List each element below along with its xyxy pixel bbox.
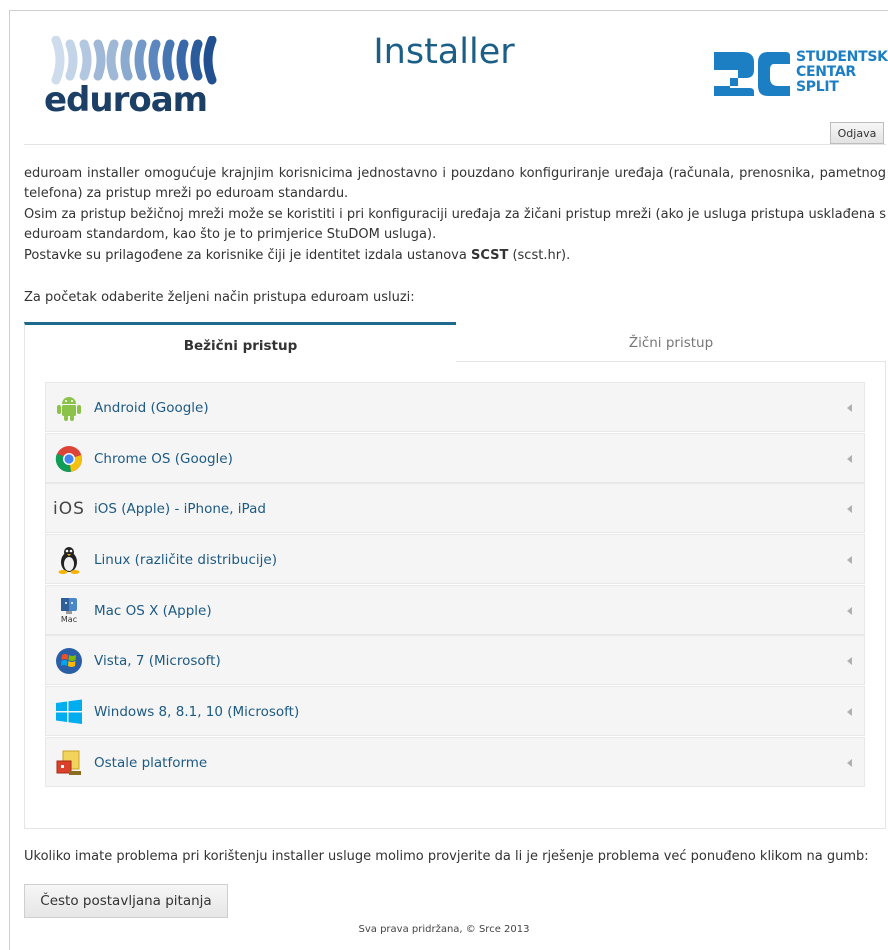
intro-paragraph: eduroam installer omogućuje krajnjim kor… xyxy=(24,166,886,202)
platform-item-other[interactable]: Ostale platforme xyxy=(45,736,865,787)
chevron-left-icon xyxy=(847,454,852,463)
sc-logo-line: STUDENTSKI xyxy=(796,49,888,65)
sc-logo-line: SPLIT xyxy=(796,79,839,95)
eduroam-logo-text: eduroam xyxy=(44,80,208,120)
platforms-panel: Android (Google) Chrome OS (Google) iOS … xyxy=(24,362,886,829)
help-text: Ukoliko imate problema pri korištenju in… xyxy=(24,849,869,864)
linux-icon xyxy=(54,545,84,575)
intro-text: eduroam installer omogućuje krajnjim kor… xyxy=(24,164,886,266)
chevron-left-icon xyxy=(847,404,852,412)
platform-item-chrome-os[interactable]: Chrome OS (Google) xyxy=(45,432,865,483)
mac-icon-label: Mac xyxy=(60,615,78,625)
platform-label: Android (Google) xyxy=(94,400,209,416)
studentski-centar-logo: STUDENTSKI CENTAR SPLIT xyxy=(712,48,888,104)
choose-access-label: Za početak odaberite željeni način prist… xyxy=(24,290,415,305)
frame-border-top xyxy=(9,10,888,11)
access-tabs: Bežični pristup Žični pristup Android (G… xyxy=(24,322,886,829)
platform-label: Windows 8, 8.1, 10 (Microsoft) xyxy=(94,704,300,721)
windows7-icon xyxy=(54,646,84,676)
chevron-left-icon xyxy=(847,556,852,565)
institution-domain: (scst.hr) xyxy=(508,247,567,263)
sc-logo-text: STUDENTSKI CENTAR SPLIT xyxy=(796,50,888,95)
platform-item-android[interactable]: Android (Google) xyxy=(45,382,865,432)
android-icon xyxy=(54,393,84,423)
chevron-left-icon xyxy=(847,657,852,666)
platform-label: Chrome OS (Google) xyxy=(94,450,233,467)
chrome-icon xyxy=(54,444,84,474)
platform-item-mac-os[interactable]: Mac Mac OS X (Apple) xyxy=(45,584,865,635)
platform-label: Vista, 7 (Microsoft) xyxy=(94,653,221,670)
tab-wireless[interactable]: Bežični pristup xyxy=(24,322,456,362)
installer-page: eduroam Installer STUDENTSKI CENTAR SPLI… xyxy=(0,0,888,950)
chevron-left-icon xyxy=(847,708,852,717)
intro-paragraph: Osim za pristup bežičnoj mreži može se k… xyxy=(24,206,886,243)
intro-paragraph: Postavke su prilagođene za korisnike čij… xyxy=(24,246,886,266)
other-platforms-icon xyxy=(54,748,84,778)
platform-list: Android (Google) Chrome OS (Google) iOS … xyxy=(45,382,865,788)
platform-item-windows-7[interactable]: Vista, 7 (Microsoft) xyxy=(45,635,865,686)
chevron-left-icon xyxy=(847,606,852,615)
tab-wired[interactable]: Žični pristup xyxy=(456,322,886,362)
mac-icon: Mac xyxy=(54,596,84,626)
institution-name: SCST xyxy=(470,247,509,263)
platform-item-windows-8[interactable]: Windows 8, 8.1, 10 (Microsoft) xyxy=(45,686,865,737)
copyright-text: Sva prava pridržana, © Srce 2013 xyxy=(358,924,530,935)
platform-label: Mac OS X (Apple) xyxy=(94,602,212,619)
windows8-icon xyxy=(54,697,84,727)
intro-text-suffix: . xyxy=(566,247,571,263)
logout-button[interactable]: Odjava xyxy=(830,122,884,144)
sc-logo-line: CENTAR xyxy=(796,64,856,80)
platform-label: Linux (različite distribucije) xyxy=(94,552,277,569)
frame-border-left xyxy=(9,10,10,950)
chevron-left-icon xyxy=(847,505,852,514)
faq-button[interactable]: Često postavljana pitanja xyxy=(24,884,228,918)
platform-label: iOS (Apple) - iPhone, iPad xyxy=(94,501,266,518)
sc-logo-mark-icon xyxy=(714,52,790,96)
platform-label: Ostale platforme xyxy=(94,754,208,771)
platform-item-ios[interactable]: iOS iOS (Apple) - iPhone, iPad xyxy=(45,483,865,534)
ios-icon: iOS xyxy=(53,499,85,520)
header-divider xyxy=(24,144,886,145)
platform-item-linux[interactable]: Linux (različite distribucije) xyxy=(45,534,865,585)
intro-text-prefix: Postavke su prilagođene za korisnike čij… xyxy=(24,247,471,263)
chevron-left-icon xyxy=(847,758,852,767)
